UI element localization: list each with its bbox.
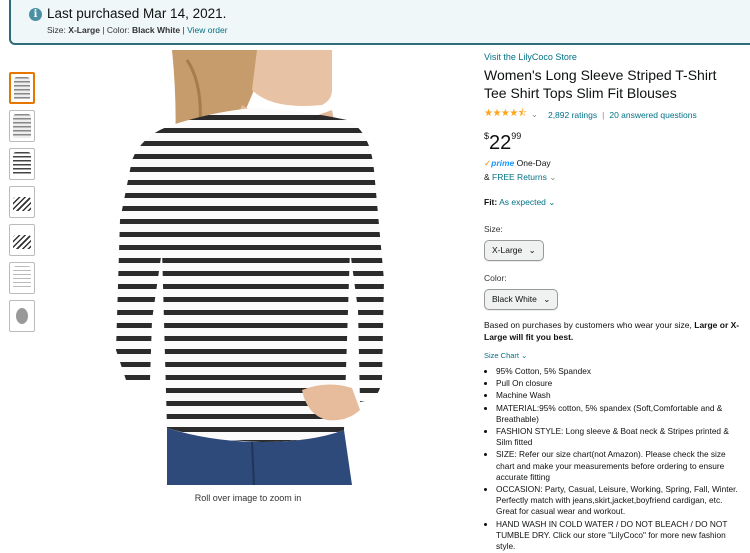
fit-label: Fit: xyxy=(484,197,498,207)
purchase-notice-banner: i Last purchased Mar 14, 2021. Size: X-L… xyxy=(9,0,750,45)
fit-value-link[interactable]: As expected xyxy=(499,197,546,207)
prime-badge: ✓prime One-Day xyxy=(484,158,740,169)
product-image[interactable] xyxy=(112,50,384,485)
chevron-down-icon[interactable]: ⌄ xyxy=(531,109,538,120)
list-item: 95% Cotton, 5% Spandex xyxy=(496,366,740,377)
ratings-link[interactable]: 2,892 ratings xyxy=(548,110,597,120)
store-link[interactable]: Visit the LilyCoco Store xyxy=(484,52,740,62)
size-dropdown-value: X-Large xyxy=(492,245,523,255)
chevron-down-icon: ⌄ xyxy=(521,351,528,360)
size-recommendation-text: Based on purchases by customers who wear… xyxy=(484,320,692,330)
thumbnail-1[interactable] xyxy=(9,72,35,104)
product-details: Visit the LilyCoco Store Women's Long Sl… xyxy=(484,52,740,553)
purchase-notice-details: Size: X-Large | Color: Black White | Vie… xyxy=(47,25,228,35)
thumbnail-3[interactable] xyxy=(9,148,35,180)
purchase-notice-title: Last purchased Mar 14, 2021. xyxy=(47,6,227,21)
chevron-down-icon: ⌄ xyxy=(543,294,551,304)
list-item: Pull On closure xyxy=(496,378,740,389)
size-chart-label: Size Chart xyxy=(484,351,520,360)
zoom-hint: Roll over image to zoom in xyxy=(194,493,302,503)
color-dropdown[interactable]: Black White ⌄ xyxy=(484,289,559,310)
returns-prefix: & xyxy=(484,172,493,182)
info-icon: i xyxy=(29,8,42,21)
size-chart-link[interactable]: Size Chart ⌄ xyxy=(484,351,740,360)
size-label: Size: xyxy=(47,25,66,35)
list-item: Machine Wash xyxy=(496,390,740,401)
thumbnail-4[interactable] xyxy=(9,186,35,218)
image-thumbnails xyxy=(9,72,35,338)
free-returns-link[interactable]: FREE Returns xyxy=(492,172,547,182)
rating-row: ★★★★⯪ ⌄ 2,892 ratings | 20 answered ques… xyxy=(484,106,740,123)
list-item: FASHION STYLE: Long sleeve & Boat neck &… xyxy=(496,426,740,448)
chevron-down-icon[interactable]: ⌄ xyxy=(549,172,556,182)
list-item: MATERIAL:95% cotton, 5% spandex (Soft,Co… xyxy=(496,403,740,425)
answered-questions-link[interactable]: 20 answered questions xyxy=(609,110,696,120)
color-value: Black White xyxy=(131,25,181,35)
thumbnail-6[interactable] xyxy=(9,262,35,294)
star-rating-icon[interactable]: ★★★★⯪ xyxy=(484,106,527,123)
prime-suffix: One-Day xyxy=(516,158,551,168)
price-whole: 22 xyxy=(489,132,512,154)
thumbnail-5[interactable] xyxy=(9,224,35,256)
thumbnail-2[interactable] xyxy=(9,110,35,142)
price-fraction: 99 xyxy=(511,131,522,141)
fit-row: Fit: As expected ⌄ xyxy=(484,197,740,208)
product-title: Women's Long Sleeve Striped T-Shirt Tee … xyxy=(484,67,717,101)
view-order-link[interactable]: View order xyxy=(187,25,227,35)
color-label: Color: xyxy=(106,25,130,35)
size-value: X-Large xyxy=(68,25,100,35)
size-recommendation: Based on purchases by customers who wear… xyxy=(484,319,740,343)
prime-label: prime xyxy=(491,158,515,168)
thumbnail-7-video[interactable] xyxy=(9,300,35,332)
size-dropdown[interactable]: X-Large ⌄ xyxy=(484,240,544,261)
color-dropdown-value: Black White xyxy=(492,294,537,304)
list-item: SIZE: Refer our size chart(not Amazon). … xyxy=(496,449,740,483)
divider: | xyxy=(602,109,605,120)
chevron-down-icon: ⌄ xyxy=(528,245,536,255)
size-selector-label: Size: xyxy=(484,224,503,234)
returns-row: & FREE Returns ⌄ xyxy=(484,172,740,183)
price: $2299 xyxy=(484,131,740,155)
feature-bullets: 95% Cotton, 5% Spandex Pull On closure M… xyxy=(484,366,740,552)
list-item: HAND WASH IN COLD WATER / DO NOT BLEACH … xyxy=(496,519,740,553)
list-item: OCCASION: Party, Casual, Leisure, Workin… xyxy=(496,484,740,518)
chevron-down-icon[interactable]: ⌄ xyxy=(548,197,555,207)
color-selector-label: Color: xyxy=(484,273,507,283)
